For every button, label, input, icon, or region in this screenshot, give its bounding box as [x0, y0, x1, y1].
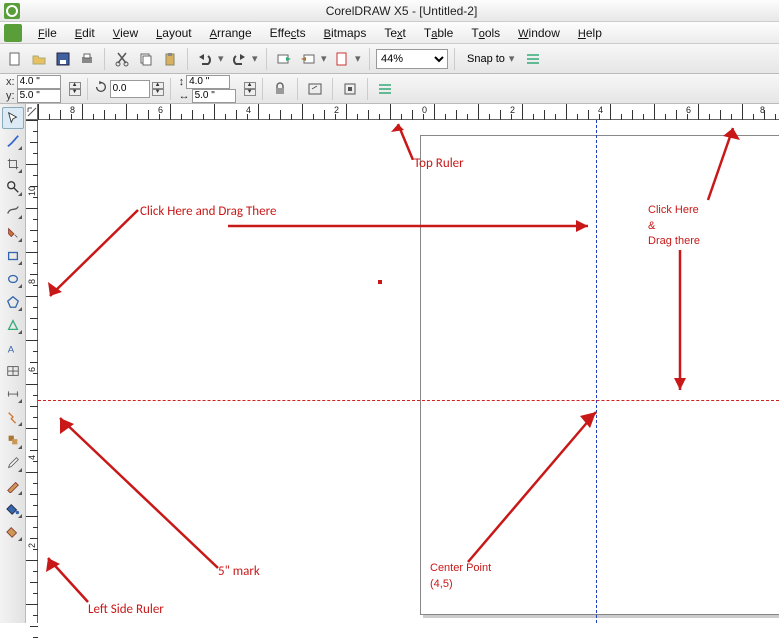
- vertical-guide[interactable]: [596, 120, 597, 623]
- annotation-top-ruler: Top Ruler: [414, 156, 464, 172]
- marker-dot: [378, 280, 382, 284]
- width-input[interactable]: [186, 75, 230, 89]
- rotate-icon: [94, 80, 108, 97]
- width-icon: ↕: [179, 76, 185, 88]
- menu-effects[interactable]: Effects: [262, 24, 314, 42]
- eyedropper-tool[interactable]: [2, 452, 24, 474]
- arrow-click-drag-left-start: [38, 200, 148, 310]
- zoom-tool[interactable]: [2, 176, 24, 198]
- rectangle-tool[interactable]: [2, 245, 24, 267]
- zoom-level-select[interactable]: 44%: [376, 49, 448, 69]
- polygon-tool[interactable]: [2, 291, 24, 313]
- y-label: y:: [6, 90, 15, 102]
- work-area: A 864202468 108642 Top Ruler Click Here …: [0, 104, 779, 623]
- basic-shapes-tool[interactable]: [2, 314, 24, 336]
- app-icon[interactable]: [4, 24, 22, 42]
- freehand-tool[interactable]: [2, 199, 24, 221]
- menu-tools[interactable]: Tools: [463, 24, 508, 42]
- fill-tool[interactable]: [2, 498, 24, 520]
- x-input[interactable]: [17, 75, 61, 89]
- menu-help[interactable]: Help: [570, 24, 610, 42]
- publish-dropdown-icon[interactable]: ▾: [355, 49, 363, 69]
- app-title: CorelDRAW X5 - [Untitled-2]: [28, 4, 775, 18]
- menu-layout[interactable]: Layout: [148, 24, 199, 42]
- menu-view[interactable]: View: [105, 24, 146, 42]
- ellipse-tool[interactable]: [2, 268, 24, 290]
- menu-table[interactable]: Table: [416, 24, 461, 42]
- smart-fill-tool[interactable]: [2, 222, 24, 244]
- redo-dropdown-icon[interactable]: ▾: [252, 49, 260, 69]
- page-boundary: [420, 135, 779, 615]
- height-icon: ↔: [179, 90, 190, 102]
- vertical-ruler[interactable]: 108642: [26, 120, 38, 623]
- menu-file[interactable]: File: [30, 24, 65, 42]
- publish-pdf-button[interactable]: [331, 48, 353, 70]
- standard-toolbar: ▾ ▾ ▾ ▾ 44% Snap to ▾: [0, 44, 779, 74]
- snap-to-label: Snap to: [467, 53, 505, 65]
- toolbox: A: [0, 104, 26, 623]
- interactive-fill-tool[interactable]: [2, 521, 24, 543]
- drawing-canvas[interactable]: Top Ruler Click Here and Drag There Clic…: [38, 120, 779, 623]
- dimension-tool[interactable]: [2, 383, 24, 405]
- x-label: x:: [6, 76, 15, 88]
- outline-tool[interactable]: [2, 475, 24, 497]
- size-spinner[interactable]: ▲▼: [244, 82, 256, 96]
- annotation-five-mark: 5" mark: [218, 564, 260, 580]
- position-spinner[interactable]: ▲▼: [69, 82, 81, 96]
- import-button[interactable]: [273, 48, 295, 70]
- menu-bar: File Edit View Layout Arrange Effects Bi…: [0, 22, 779, 44]
- snap-dropdown-icon[interactable]: ▾: [509, 52, 515, 65]
- misc-options-button[interactable]: [374, 78, 396, 100]
- new-button[interactable]: [4, 48, 26, 70]
- annotation-click-drag-left: Click Here and Drag There: [140, 204, 276, 220]
- wrap-button[interactable]: [339, 78, 361, 100]
- pick-tool[interactable]: [2, 107, 24, 129]
- position-group: x: y:: [4, 75, 63, 103]
- y-input[interactable]: [17, 89, 61, 103]
- paste-button[interactable]: [159, 48, 181, 70]
- height-input[interactable]: [192, 89, 236, 103]
- ruler-origin-icon[interactable]: [26, 104, 38, 120]
- undo-button[interactable]: [194, 48, 216, 70]
- annotation-left-ruler: Left Side Ruler: [88, 602, 164, 618]
- size-group: ↕ ↔: [177, 75, 238, 103]
- rotation-input[interactable]: [110, 80, 150, 98]
- treat-as-filled-button[interactable]: [304, 78, 326, 100]
- undo-dropdown-icon[interactable]: ▾: [218, 49, 226, 69]
- menu-window[interactable]: Window: [510, 24, 568, 42]
- connector-tool[interactable]: [2, 406, 24, 428]
- save-button[interactable]: [52, 48, 74, 70]
- open-button[interactable]: [28, 48, 50, 70]
- title-bar: CorelDRAW X5 - [Untitled-2]: [0, 0, 779, 22]
- menu-edit[interactable]: Edit: [67, 24, 103, 42]
- export-button[interactable]: [297, 48, 319, 70]
- text-tool[interactable]: A: [2, 337, 24, 359]
- crop-tool[interactable]: [2, 153, 24, 175]
- coreldraw-logo-icon: [4, 3, 20, 19]
- redo-button[interactable]: [228, 48, 250, 70]
- annotation-center-point: Center Point (4,5): [430, 560, 491, 591]
- arrow-five-mark: [48, 408, 228, 573]
- print-button[interactable]: [76, 48, 98, 70]
- shape-tool[interactable]: [2, 130, 24, 152]
- menu-text[interactable]: Text: [376, 24, 414, 42]
- menu-bitmaps[interactable]: Bitmaps: [316, 24, 375, 42]
- export-dropdown-icon[interactable]: ▾: [321, 49, 329, 69]
- interactive-tool[interactable]: [2, 429, 24, 451]
- cut-button[interactable]: [111, 48, 133, 70]
- svg-text:A: A: [7, 344, 14, 355]
- menu-arrange[interactable]: Arrange: [202, 24, 260, 42]
- options-button[interactable]: [522, 48, 544, 70]
- lock-button[interactable]: [269, 78, 291, 100]
- horizontal-ruler[interactable]: 864202468: [38, 104, 779, 120]
- table-tool[interactable]: [2, 360, 24, 382]
- annotation-click-drag-right: Click Here & Drag there: [648, 202, 700, 249]
- copy-button[interactable]: [135, 48, 157, 70]
- rotation-spinner[interactable]: ▲▼: [152, 82, 164, 96]
- property-bar: x: y: ▲▼ ▲▼ ↕ ↔ ▲▼: [0, 74, 779, 104]
- horizontal-guide[interactable]: [38, 400, 779, 401]
- arrow-left-ruler: [40, 550, 100, 610]
